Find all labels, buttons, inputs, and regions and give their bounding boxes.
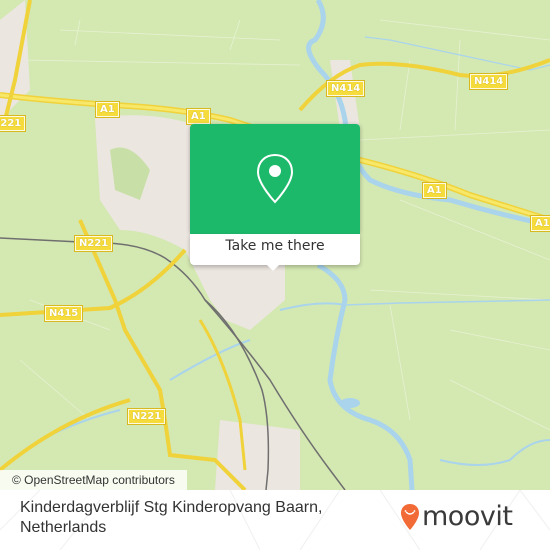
map-card: A1 A1 A1 A1 N221 N221 N221 N415 N414 N41…: [0, 0, 550, 550]
moovit-pin-icon: [401, 504, 419, 530]
place-name: Kinderdagverblijf Stg Kinderopvang Baarn…: [20, 499, 323, 536]
moovit-logo[interactable]: moovit: [400, 501, 513, 532]
popup-pointer: [266, 264, 280, 271]
urban-area-south: [215, 420, 300, 490]
brand-name: moovit: [422, 501, 513, 532]
road-shield-a1: A1: [530, 215, 550, 232]
road-shield-n415: N415: [43, 305, 84, 322]
road-shield-n414: N414: [325, 80, 366, 97]
road-shield-n414: N414: [468, 73, 509, 90]
location-popup: [190, 124, 360, 234]
road-shield-a1: A1: [186, 108, 211, 125]
road-shield-n221: N221: [0, 115, 27, 132]
popup-header: [190, 124, 360, 234]
road-shield-n221: N221: [73, 235, 114, 252]
road-shield-a1: A1: [422, 182, 447, 199]
map-pin-icon: [256, 153, 294, 204]
map-attribution[interactable]: © OpenStreetMap contributors: [0, 470, 187, 490]
take-me-there-button[interactable]: Take me there: [190, 234, 360, 265]
footer: Kinderdagverblijf Stg Kinderopvang Baarn…: [0, 490, 550, 550]
pond: [340, 398, 360, 408]
road-shield-n221: N221: [126, 408, 167, 425]
road-shield-a1: A1: [95, 101, 120, 118]
